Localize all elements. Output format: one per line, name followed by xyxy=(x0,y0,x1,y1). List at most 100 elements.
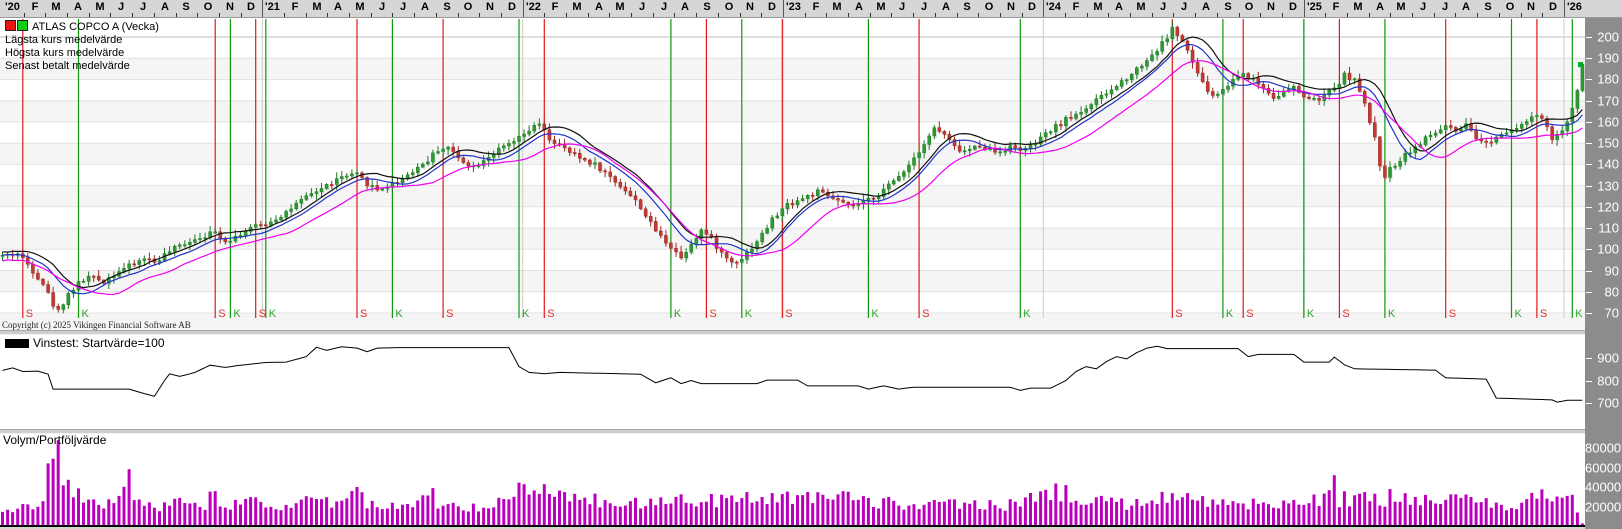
month-label: D xyxy=(1289,1,1297,13)
month-tick xyxy=(1412,13,1413,17)
signal-letter: K xyxy=(82,308,90,320)
month-tick xyxy=(1239,13,1240,17)
month-label: A xyxy=(74,1,82,13)
month-tick xyxy=(45,13,46,17)
signal-letter: S xyxy=(785,308,792,320)
month-label: O xyxy=(985,1,994,13)
month-label: S xyxy=(1224,1,1231,13)
month-label: S xyxy=(443,1,450,13)
month-tick xyxy=(653,13,654,17)
month-label: N xyxy=(486,1,494,13)
signal-letter: K xyxy=(395,308,403,320)
signal-letter: K xyxy=(1575,308,1583,320)
month-label: M xyxy=(1136,1,1145,13)
month-tick xyxy=(24,13,25,17)
month-tick xyxy=(1477,13,1478,17)
month-tick xyxy=(154,13,155,17)
month-tick xyxy=(740,13,741,17)
month-tick xyxy=(1217,13,1218,17)
month-tick xyxy=(1173,13,1174,17)
month-label: D xyxy=(768,1,776,13)
month-tick xyxy=(761,13,762,17)
signal-letter: K xyxy=(674,308,682,320)
month-tick xyxy=(870,13,871,17)
month-label: A xyxy=(1376,1,1384,13)
month-label: S xyxy=(1484,1,1491,13)
axis-tick-mark xyxy=(1586,271,1592,272)
axis-tick-mark xyxy=(1586,143,1592,144)
month-label: A xyxy=(942,1,950,13)
month-label: F xyxy=(1073,1,1080,13)
month-label: S xyxy=(963,1,970,13)
vinstest-swatch-icon xyxy=(5,339,29,348)
signal-letter: S xyxy=(1175,308,1182,320)
panel-separator-1[interactable] xyxy=(0,330,1585,335)
axis-tick-label: 20000' xyxy=(1585,499,1619,514)
year-label: '26 xyxy=(1567,1,1582,13)
month-tick xyxy=(284,13,285,17)
signal-letter: S xyxy=(259,308,266,320)
month-tick xyxy=(327,13,328,17)
month-label: A xyxy=(855,1,863,13)
month-tick xyxy=(1108,13,1109,17)
year-separator xyxy=(1564,0,1565,17)
volume-bars xyxy=(1,440,1584,525)
month-tick xyxy=(1087,13,1088,17)
month-tick xyxy=(479,13,480,17)
month-tick xyxy=(1065,13,1066,17)
month-label: N xyxy=(746,1,754,13)
month-tick xyxy=(501,13,502,17)
month-label: A xyxy=(1115,1,1123,13)
last-price-marker xyxy=(1578,62,1583,67)
month-label: J xyxy=(1181,1,1187,13)
month-tick xyxy=(848,13,849,17)
axis-tick-mark xyxy=(1586,358,1592,359)
year-label: '21 xyxy=(265,1,280,13)
month-label: S xyxy=(703,1,710,13)
month-label: O xyxy=(204,1,213,13)
month-label: A xyxy=(1462,1,1470,13)
down-candle-swatch-icon xyxy=(5,20,16,31)
axis-tick-mark xyxy=(1586,207,1592,208)
month-label: D xyxy=(1549,1,1557,13)
signal-letter: K xyxy=(269,308,277,320)
legend-title-row: ATLAS COPCO A (Vecka) xyxy=(5,20,159,34)
panel-separator-2[interactable] xyxy=(0,429,1585,434)
month-label: S xyxy=(182,1,189,13)
axis-tick-mark xyxy=(1586,58,1592,59)
signal-letter: K xyxy=(1307,308,1315,320)
axis-tick-mark xyxy=(1586,403,1592,404)
year-label: '24 xyxy=(1046,1,1061,13)
year-separator xyxy=(523,0,524,17)
month-label: J xyxy=(400,1,406,13)
axis-tick-mark xyxy=(1586,381,1592,382)
axis-tick-mark xyxy=(1586,313,1592,314)
axis-tick-mark xyxy=(1586,292,1592,293)
signal-letter: S xyxy=(1246,308,1253,320)
axis-tick-mark xyxy=(1586,228,1592,229)
signal-letter: S xyxy=(709,308,716,320)
signal-letter: K xyxy=(1388,308,1396,320)
month-tick xyxy=(1282,13,1283,17)
axis-tick-mark xyxy=(1586,122,1592,123)
signal-letter: S xyxy=(547,308,554,320)
year-label: '22 xyxy=(526,1,541,13)
chart-canvas[interactable]: SKSKSKSKSKSKSKSKSKSKSKSKSKSK xyxy=(0,0,1622,529)
month-label: J xyxy=(921,1,927,13)
signal-letter: K xyxy=(871,308,879,320)
month-tick xyxy=(1152,13,1153,17)
legend-item-last-ma: Senast betalt medelvärde xyxy=(5,60,159,73)
year-separator xyxy=(1043,0,1044,17)
month-tick xyxy=(241,13,242,17)
axis-tick-label: 80000' xyxy=(1585,441,1619,456)
month-label: J xyxy=(1420,1,1426,13)
month-label: O xyxy=(725,1,734,13)
month-label: J xyxy=(639,1,645,13)
signal-letter: S xyxy=(1342,308,1349,320)
axis-tick-mark xyxy=(1586,101,1592,102)
month-tick xyxy=(392,13,393,17)
axis-tick-mark xyxy=(1586,164,1592,165)
month-tick xyxy=(371,13,372,17)
month-tick xyxy=(588,13,589,17)
axis-tick-mark xyxy=(1586,79,1592,80)
